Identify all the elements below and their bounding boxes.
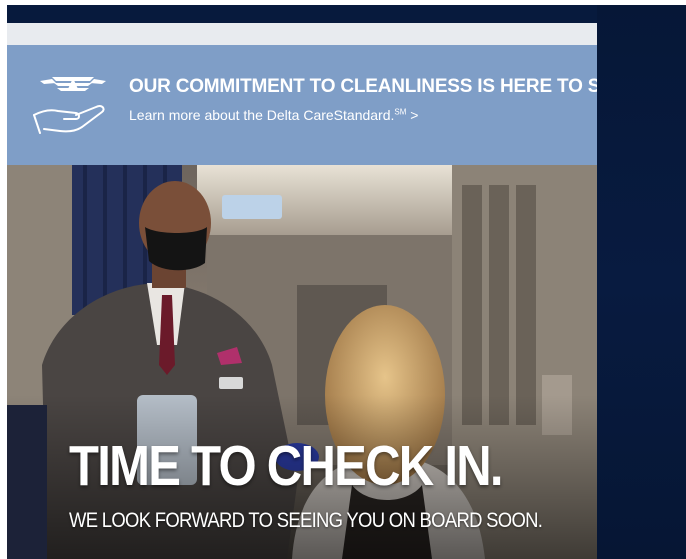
- hero-subheadline: WE LOOK FORWARD TO SEEING YOU ON BOARD S…: [69, 509, 543, 532]
- carestandard-link[interactable]: Learn more about the Delta CareStandard.…: [129, 107, 418, 123]
- email-content: OUR COMMITMENT TO CLEANLINESS IS HERE TO…: [7, 23, 597, 559]
- hand-holding-delta-wings-icon: [32, 71, 114, 141]
- banner-headline: OUR COMMITMENT TO CLEANLINESS IS HERE TO…: [129, 76, 597, 97]
- service-mark: SM: [394, 107, 407, 117]
- link-text: Learn more about the Delta CareStandard.: [129, 107, 395, 123]
- hero-headline: TIME TO CHECK IN.: [69, 434, 504, 498]
- right-side-panel: [597, 5, 686, 559]
- top-strip: [7, 23, 597, 45]
- hero-photo[interactable]: TIME TO CHECK IN. WE LOOK FORWARD TO SEE…: [7, 165, 597, 559]
- cleanliness-banner[interactable]: OUR COMMITMENT TO CLEANLINESS IS HERE TO…: [7, 45, 597, 165]
- link-arrow: >: [406, 107, 419, 123]
